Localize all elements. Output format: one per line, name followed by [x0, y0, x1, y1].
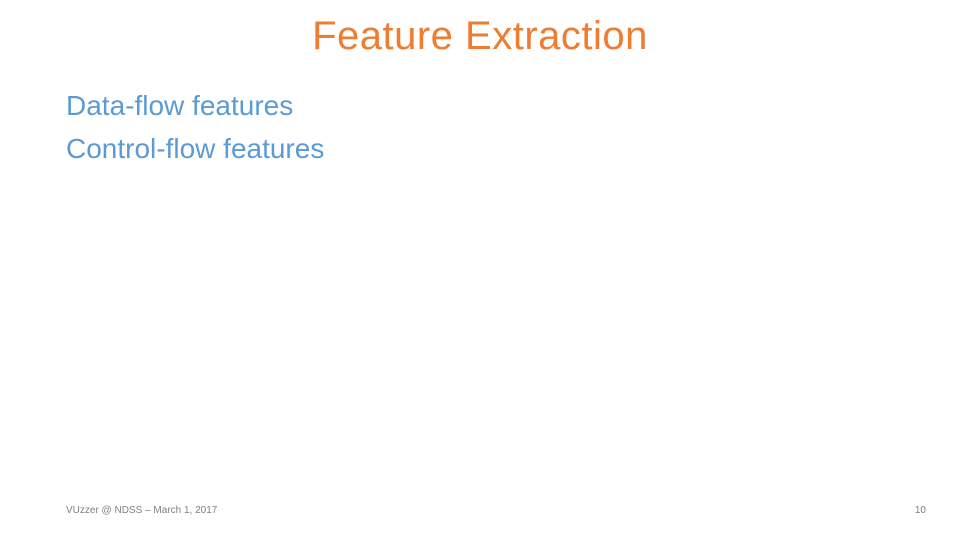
slide-title: Feature Extraction	[0, 14, 960, 59]
page-number: 10	[915, 505, 926, 516]
footer-text: VUzzer @ NDSS – March 1, 2017	[66, 505, 217, 516]
slide-body: Data-flow features Control-flow features	[66, 84, 894, 171]
bullet-item: Control-flow features	[66, 127, 894, 170]
slide: Feature Extraction Data-flow features Co…	[0, 0, 960, 540]
bullet-item: Data-flow features	[66, 84, 894, 127]
